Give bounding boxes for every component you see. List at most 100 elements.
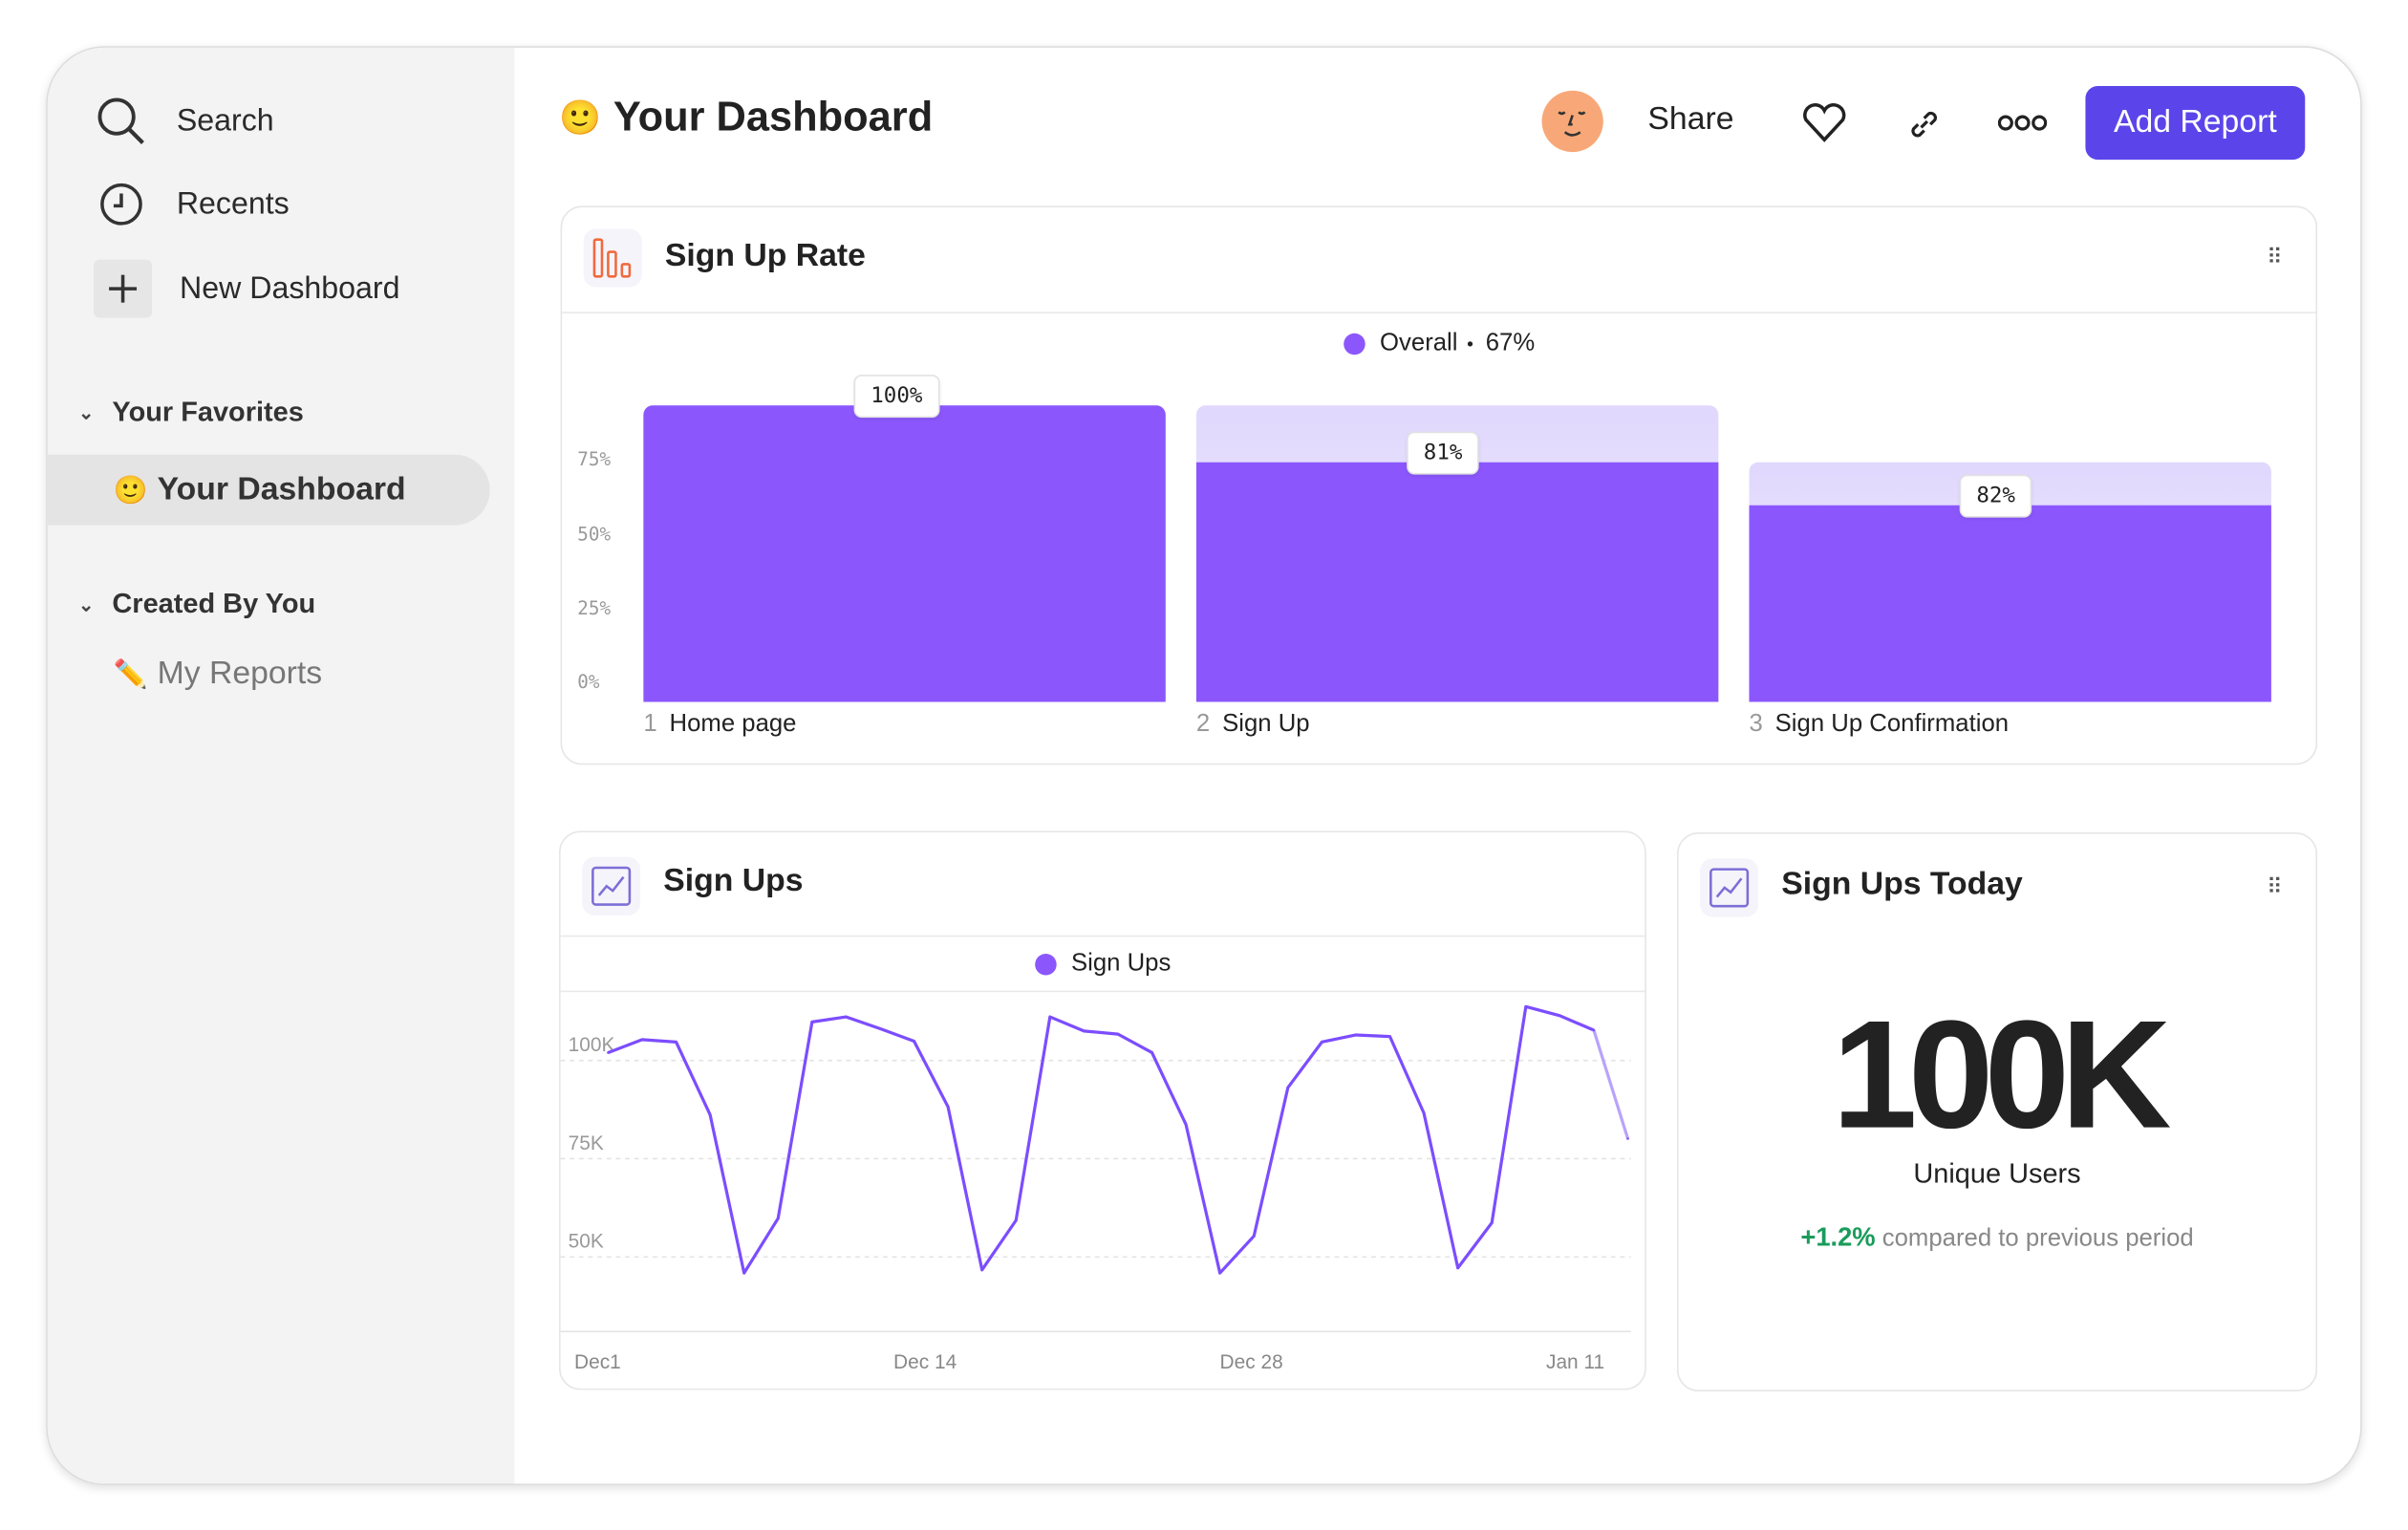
pencil-icon: ✏️ bbox=[113, 657, 148, 689]
created-header: Created By You bbox=[112, 588, 316, 619]
link-icon[interactable] bbox=[1905, 106, 1943, 151]
data-point bbox=[1014, 1218, 1018, 1222]
favorites-section-toggle[interactable]: ⌄ Your Favorites bbox=[78, 397, 304, 429]
card-title: Sign Up Rate bbox=[664, 238, 866, 274]
y-tick-label: 50K bbox=[569, 1231, 604, 1253]
data-point bbox=[1150, 1051, 1153, 1054]
funnel-bar bbox=[643, 405, 1166, 702]
conversion-label: 100% bbox=[853, 375, 940, 419]
search-button[interactable]: Search bbox=[94, 94, 274, 149]
data-point bbox=[640, 1038, 644, 1042]
legend-separator: • bbox=[1467, 333, 1473, 356]
card-title: Sign Ups Today bbox=[1781, 866, 2023, 902]
funnel-bar bbox=[1195, 462, 1719, 702]
plus-icon bbox=[94, 259, 153, 318]
new-dashboard-button[interactable]: New Dashboard bbox=[94, 259, 400, 318]
favorites-header: Your Favorites bbox=[112, 396, 304, 427]
funnel-chart-icon bbox=[583, 228, 642, 288]
data-point bbox=[878, 1027, 882, 1030]
legend-value: 67% bbox=[1485, 330, 1536, 356]
smiley-icon: 🙂 bbox=[558, 97, 602, 137]
data-point bbox=[1048, 1015, 1052, 1019]
recents-label: Recents bbox=[176, 186, 290, 221]
data-point bbox=[742, 1271, 745, 1275]
line-chart-icon bbox=[1700, 858, 1759, 917]
smiley-icon: 🙂 bbox=[113, 473, 148, 505]
data-point bbox=[845, 1015, 848, 1019]
sidebar: Search Recents New Dashboard ⌄ Your Favor… bbox=[47, 47, 515, 1484]
page-title: 🙂 Your Dashboard bbox=[559, 94, 933, 141]
more-options-icon[interactable] bbox=[1997, 112, 2048, 140]
add-report-button[interactable]: Add Report bbox=[2085, 85, 2306, 161]
data-point bbox=[810, 1021, 814, 1024]
step-name: Home page bbox=[669, 711, 797, 738]
search-icon bbox=[94, 94, 149, 149]
conversion-label: 82% bbox=[1959, 474, 2032, 518]
share-button[interactable]: Share bbox=[1647, 101, 1733, 139]
data-point bbox=[1354, 1033, 1358, 1037]
data-point bbox=[607, 1051, 610, 1054]
data-point bbox=[1456, 1266, 1459, 1270]
avatar[interactable] bbox=[1541, 90, 1603, 153]
data-point bbox=[1218, 1271, 1221, 1275]
series-line bbox=[607, 1004, 1595, 1275]
created-section-toggle[interactable]: ⌄ Created By You bbox=[78, 589, 315, 621]
drag-handle-icon[interactable]: ⠿ bbox=[2267, 245, 2283, 270]
x-tick-label: Dec 28 bbox=[1220, 1351, 1283, 1373]
data-point bbox=[1559, 1014, 1561, 1018]
chevron-down-icon: ⌄ bbox=[77, 401, 95, 423]
signups-today-card: Sign Ups Today ⠿ 100K Unique Users +1.2%… bbox=[1676, 832, 2318, 1392]
step-name: Sign Up Confirmation bbox=[1774, 711, 2010, 738]
data-point bbox=[1116, 1032, 1120, 1036]
data-point bbox=[1490, 1221, 1494, 1224]
legend-label: Overall bbox=[1380, 330, 1458, 356]
funnel-bar bbox=[1749, 505, 2271, 702]
step-number: 3 bbox=[1749, 711, 1763, 738]
y-tick-label: 0% bbox=[577, 671, 600, 693]
sidebar-item-my-reports[interactable]: ✏️ My Reports bbox=[114, 656, 322, 693]
x-tick-label: Dec1 bbox=[574, 1351, 621, 1373]
data-point bbox=[1252, 1235, 1256, 1238]
y-tick-label: 75K bbox=[569, 1132, 604, 1154]
conversion-label: 81% bbox=[1407, 431, 1480, 475]
sidebar-item-your-dashboard[interactable]: 🙂 Your Dashboard bbox=[47, 454, 490, 526]
step-number: 2 bbox=[1195, 711, 1211, 738]
drag-handle-icon[interactable]: ⠿ bbox=[2267, 873, 2283, 899]
clock-icon bbox=[94, 177, 149, 232]
data-point bbox=[1626, 1137, 1629, 1140]
step-label: 1 Home page bbox=[643, 711, 796, 739]
y-tick-label: 75% bbox=[577, 448, 612, 471]
data-point bbox=[1524, 1005, 1528, 1008]
data-point bbox=[1388, 1035, 1391, 1038]
kpi-label: Unique Users bbox=[1913, 1157, 2081, 1189]
step-number: 1 bbox=[643, 711, 657, 738]
data-point bbox=[980, 1268, 983, 1272]
data-point bbox=[1592, 1028, 1596, 1032]
data-point bbox=[708, 1113, 712, 1116]
signup-rate-card: Sign Up Rate ⠿ Overall • 67% 0% 25% 50% 75%… bbox=[560, 205, 2318, 765]
data-point bbox=[1321, 1041, 1323, 1044]
x-tick-label: Dec 14 bbox=[893, 1351, 957, 1373]
heart-icon[interactable] bbox=[1801, 103, 1847, 151]
data-point bbox=[675, 1041, 677, 1044]
data-point bbox=[776, 1217, 780, 1220]
data-point bbox=[1422, 1111, 1426, 1115]
legend-dot-icon bbox=[1343, 333, 1365, 356]
kpi-compare-text: compared to previous period bbox=[1881, 1225, 2194, 1252]
signups-card: Sign Ups Sign Ups 100K 75K 50K Dec1 Dec 14 De… bbox=[558, 830, 1646, 1390]
data-point bbox=[946, 1105, 950, 1109]
line-chart: 100K75K50KDec1 Dec 14 Dec 28 Jan 11 bbox=[560, 1004, 1631, 1373]
step-label: 3 Sign Up Confirmation bbox=[1749, 711, 2009, 739]
series-line-incomplete bbox=[1592, 1029, 1630, 1139]
kpi-delta: +1.2% bbox=[1800, 1222, 1876, 1252]
new-dashboard-label: New Dashboard bbox=[180, 270, 400, 306]
recents-button[interactable]: Recents bbox=[94, 177, 290, 232]
kpi-value: 100K bbox=[1832, 988, 2171, 1161]
app-window: Search Recents New Dashboard ⌄ Your Favor… bbox=[46, 46, 2362, 1486]
sidebar-item-label: My Reports bbox=[157, 656, 323, 692]
sidebar-item-label: Your Dashboard bbox=[157, 471, 406, 507]
data-point bbox=[913, 1040, 915, 1043]
y-tick-label: 50% bbox=[577, 523, 612, 545]
y-tick-label: 25% bbox=[577, 596, 612, 619]
data-point bbox=[1184, 1123, 1188, 1126]
